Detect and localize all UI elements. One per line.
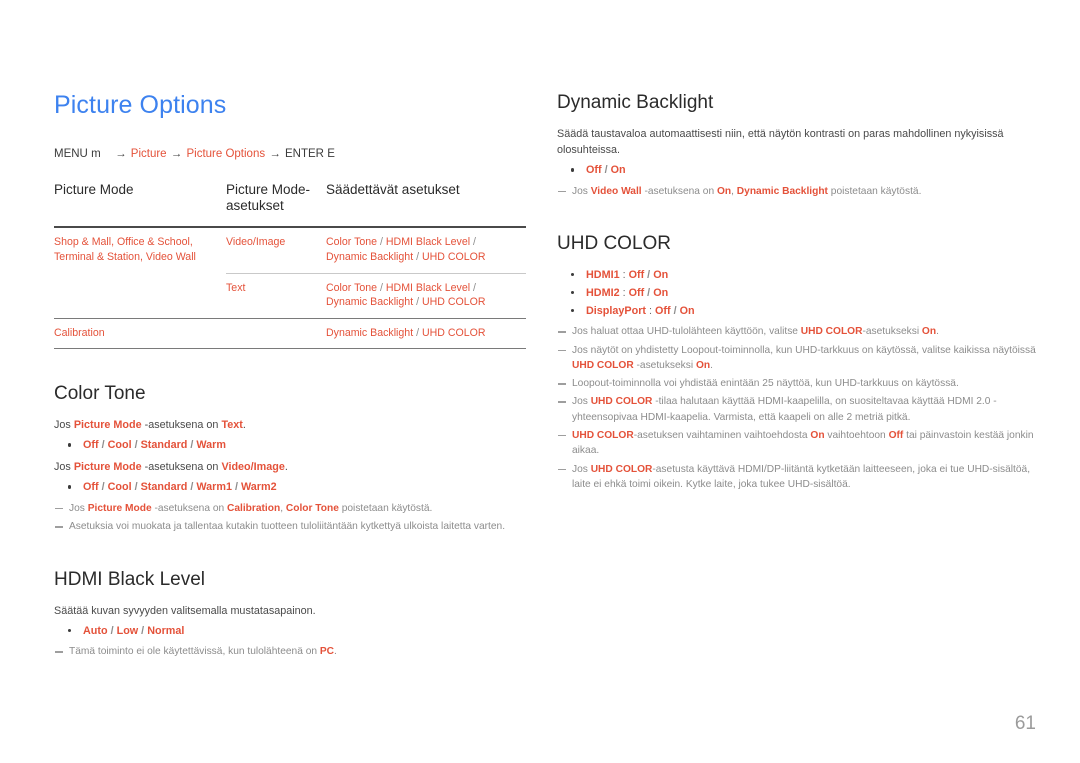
table-header-row: Picture Mode Picture Mode-asetukset Sääd… — [54, 181, 526, 229]
list-item: Loopout-toiminnolla voi yhdistää enintää… — [557, 376, 1037, 391]
left-column: Picture Options MENU m → Picture → Pictu… — [54, 91, 534, 666]
cell-settings-video-image: Color Tone / HDMI Black Level / Dynamic … — [326, 236, 486, 263]
breadcrumb-enter: ENTER — [285, 147, 324, 160]
breadcrumb-menu: MENU — [54, 147, 88, 160]
cell-submode-empty — [226, 317, 326, 350]
table-row: Shop & Mall, Office & School, Terminal &… — [54, 227, 526, 273]
section-title-hdmi-black-level: HDMI Black Level — [54, 568, 205, 590]
section-title-uhd-color: UHD COLOR — [557, 233, 672, 255]
color-tone-intro-video: Jos Picture Mode -asetuksena on Video/Im… — [54, 461, 288, 474]
column-header-picture-mode: Picture Mode — [54, 181, 226, 229]
breadcrumb-arrow-icon: → — [170, 147, 183, 160]
column-header-picture-mode-settings: Picture Mode-asetukset — [226, 181, 326, 229]
list-item: Jos Picture Mode -asetuksena on Calibrat… — [54, 501, 534, 516]
list-item: Jos näytöt on yhdistetty Loopout-toiminn… — [557, 343, 1037, 374]
list-item: Jos haluat ottaa UHD-tulolähteen käyttöö… — [557, 324, 1037, 339]
dynamic-backlight-description: Säädä taustavaloa automaattisesti niin, … — [557, 127, 1004, 157]
cell-submode-video-image: Video/Image — [226, 236, 286, 249]
list-item: Tämä toiminto ei ole käytettävissä, kun … — [54, 644, 534, 659]
color-tone-intro-text: Jos Picture Mode -asetuksena on Text. — [54, 419, 246, 432]
cell-submode-text: Text — [226, 272, 326, 319]
list-item: HDMI1 : Off / On — [571, 267, 1037, 284]
breadcrumb-menu-key: m — [91, 147, 101, 160]
dynamic-backlight-notes: Jos Video Wall -asetuksena on On, Dynami… — [557, 184, 1037, 199]
breadcrumb-arrow-icon: → — [115, 147, 127, 160]
list-item: UHD COLOR-asetuksen vaihtaminen vaihtoeh… — [557, 428, 1037, 459]
section-title-dynamic-backlight: Dynamic Backlight — [557, 92, 714, 113]
cell-picture-mode-list: Shop & Mall, Office & School, Terminal &… — [54, 236, 196, 263]
breadcrumb-enter-key: E — [327, 147, 335, 160]
right-column: Dynamic Backlight Säädä taustavaloa auto… — [557, 92, 1037, 498]
breadcrumb-step-picture: Picture — [130, 147, 167, 160]
uhd-color-options: HDMI1 : Off / On HDMI2 : Off / On Displa… — [557, 267, 1037, 319]
list-item: Off / On — [571, 162, 1037, 179]
cell-picture-mode-calibration: Calibration — [54, 317, 226, 350]
hdmi-black-level-description: Säätää kuvan syvyyden valitsemalla musta… — [54, 604, 316, 617]
breadcrumb-arrow-icon: → — [269, 147, 281, 160]
uhd-color-notes: Jos haluat ottaa UHD-tulolähteen käyttöö… — [557, 324, 1037, 492]
hdmi-black-level-options: Auto / Low / Normal — [54, 623, 534, 640]
list-item: Off / Cool / Standard / Warm — [68, 437, 534, 454]
list-item: Jos UHD COLOR-asetusta käyttävä HDMI/DP-… — [557, 462, 1037, 493]
section-title-color-tone: Color Tone — [54, 383, 146, 405]
list-item: Jos Video Wall -asetuksena on On, Dynami… — [557, 184, 1037, 199]
breadcrumb: MENU m → Picture → Picture Options → ENT… — [54, 146, 534, 162]
list-item: DisplayPort : Off / On — [571, 303, 1037, 320]
manual-page: Picture Options MENU m → Picture → Pictu… — [0, 0, 1080, 763]
list-item: HDMI2 : Off / On — [571, 285, 1037, 302]
picture-mode-table: Picture Mode Picture Mode-asetukset Sääd… — [54, 181, 526, 350]
page-number: 61 — [1014, 713, 1036, 734]
dynamic-backlight-options: Off / On — [557, 162, 1037, 179]
list-item: Off / Cool / Standard / Warm1 / Warm2 — [68, 479, 534, 496]
color-tone-options-video: Off / Cool / Standard / Warm1 / Warm2 — [54, 479, 534, 496]
color-tone-options-text: Off / Cool / Standard / Warm — [54, 437, 534, 454]
hdmi-black-level-notes: Tämä toiminto ei ole käytettävissä, kun … — [54, 644, 534, 659]
cell-settings-calibration: Dynamic Backlight / UHD COLOR — [326, 317, 526, 350]
list-item: Auto / Low / Normal — [68, 623, 534, 640]
breadcrumb-step-picture-options: Picture Options — [186, 147, 266, 160]
cell-settings-text: Color Tone / HDMI Black Level / Dynamic … — [326, 272, 526, 319]
column-header-adjustable-settings: Säädettävät asetukset — [326, 181, 526, 229]
page-title: Picture Options — [54, 91, 227, 119]
table-row: Calibration Dynamic Backlight / UHD COLO… — [54, 317, 526, 350]
list-item: Asetuksia voi muokata ja tallentaa kutak… — [54, 519, 534, 534]
color-tone-notes: Jos Picture Mode -asetuksena on Calibrat… — [54, 501, 534, 535]
list-item: Jos UHD COLOR -tilaa halutaan käyttää HD… — [557, 394, 1037, 425]
